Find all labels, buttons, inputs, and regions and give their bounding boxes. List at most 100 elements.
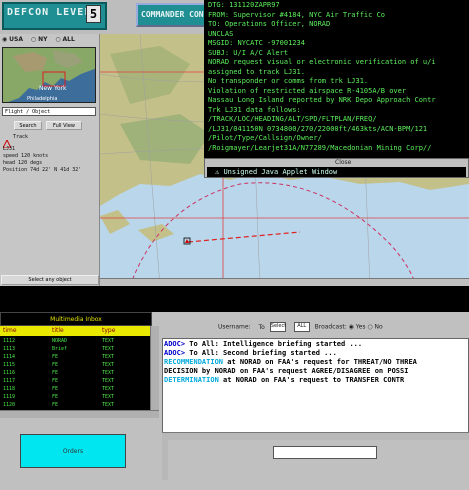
track-heading: head 120 degs (3, 160, 43, 166)
inbox-col-type[interactable]: type (102, 327, 115, 334)
inbox-col-time[interactable]: time (3, 327, 17, 334)
console-line: NORAD request visual or electronic verif… (208, 58, 436, 66)
commander-console-button[interactable]: COMMANDER CON (136, 3, 206, 27)
console-line: No transponder or comms from trk LJ31. (208, 77, 369, 85)
chat-line-text: at NORAD on FAA's request to TRANSFER CO… (218, 376, 405, 384)
inbox-row[interactable]: 1118 FE TEXT (0, 385, 150, 393)
inbox-row[interactable]: 1113 Brief TEXT (0, 345, 150, 353)
inbox-row[interactable]: 1117 FE TEXT (0, 377, 150, 385)
inbox-cell: FE (52, 394, 59, 400)
broadcast-no-radio[interactable]: ○ No (367, 324, 382, 331)
console-line: /TRACK/LOC/HEADING/ALT/SPD/FLTPLAN/FREQ/ (208, 115, 377, 123)
chat-line-text: by NORAD on FAA's request AGREE/DISAGREE… (197, 367, 409, 375)
alert-icon (2, 133, 12, 149)
console-line: DTG: 131120ZAPR97 (208, 1, 280, 9)
console-line: /Roigmayer/Learjet31A/N77289/Macedonian … (208, 143, 432, 152)
radio-usa[interactable]: ◉ USA (2, 36, 23, 43)
applet-window-bar: Close ⚠ Unsigned Java Applet Window (204, 158, 469, 178)
console-line: /LJ31/041150N 0734800/270/22000ft/463kts… (208, 124, 428, 133)
region-radio-group[interactable]: ◉ USA ○ NY ○ ALL (2, 36, 100, 46)
inbox-cell: TEXT (102, 386, 115, 392)
inbox-cell: TEXT (102, 370, 115, 376)
console-line: Violation of restricted airspace R-4105A… (208, 86, 407, 95)
chat-line: ADOC> To All: Intelligence briefing star… (164, 340, 362, 348)
chat-log: ADOC> To All: Intelligence briefing star… (162, 338, 469, 440)
broadcast-yes-radio[interactable]: ◉ Yes (349, 324, 366, 331)
inbox-cell: 1114 (3, 354, 16, 360)
chat-line-prefix: RECOMMENDATION (164, 358, 224, 366)
inbox-row[interactable]: 1120 FE TEXT (0, 401, 150, 409)
inbox-cell: TEXT (102, 402, 115, 408)
inbox-cell: NORAD (52, 338, 68, 344)
inbox-cell: 1117 (3, 378, 16, 384)
inbox-cell: FE (52, 386, 59, 392)
inbox-cell: FE (52, 370, 59, 376)
inbox-cell: Brief (52, 346, 68, 352)
inbox-cell: FE (52, 378, 59, 384)
inbox-horizontal-scrollbar[interactable] (0, 410, 159, 418)
console-line: Trk LJ31 data follows: (208, 105, 301, 114)
chat-line-prefix: ADOC> (164, 340, 186, 348)
chat-line-prefix: DETERMINATION (164, 376, 219, 384)
console-line: assigned to track LJ31. (208, 67, 305, 76)
inbox-cell: 1116 (3, 370, 16, 376)
minimap-terrain: New York Philadelphia (3, 48, 95, 102)
overview-minimap[interactable]: New York Philadelphia (2, 47, 96, 103)
applet-window-title: ⚠ Unsigned Java Applet Window (207, 167, 466, 177)
chat-line: DECISION by NORAD on FAA's request AGREE… (164, 367, 408, 375)
message-console: DTG: 131120ZAPR97 FROM: Supervisor #4184,… (204, 0, 469, 158)
chat-horizontal-scrollbar[interactable] (162, 432, 469, 440)
console-line: UNCLAS (208, 29, 234, 38)
inbox-cell: TEXT (102, 378, 115, 384)
inbox-cell: FE (52, 354, 59, 360)
inbox-cell: TEXT (102, 362, 115, 368)
recipient-select[interactable]: ALL (293, 322, 310, 332)
full-view-button[interactable]: Full View (46, 121, 82, 130)
multimedia-inbox: Multimedia Inbox time title type 1112 NOR… (0, 312, 160, 490)
inbox-cell: TEXT (102, 338, 115, 344)
console-line: TO: Operations Officer, NORAD (208, 20, 331, 28)
inbox-cell: TEXT (102, 354, 115, 360)
inbox-row[interactable]: 1119 FE TEXT (0, 393, 150, 401)
chat-line: RECOMMENDATION at NORAD on FAA's request… (164, 358, 417, 366)
inbox-cell: FE (52, 402, 59, 408)
minimap-label-newyork: New York (39, 85, 67, 92)
inbox-cell: FE (52, 362, 59, 368)
chat-vertical-scrollbar[interactable] (162, 440, 168, 480)
defcon-level-value: 5 (86, 5, 101, 23)
radio-ny[interactable]: ○ NY (31, 36, 48, 43)
select-object-button[interactable]: Select any object (1, 275, 99, 285)
chat-line: ADOC> To All: Second briefing started ..… (164, 349, 337, 357)
broadcast-label: Broadcast (314, 323, 345, 331)
username-label: Username (218, 323, 249, 331)
inbox-cell: 1112 (3, 338, 16, 344)
inbox-cell: 1119 (3, 394, 16, 400)
console-line: /Pilot/Type/Callsign/Owner/ (208, 134, 322, 142)
inbox-header-row: time title type (0, 326, 152, 336)
map-horizontal-scrollbar[interactable] (100, 278, 469, 295)
applet-close-label[interactable]: Close (335, 159, 351, 166)
chat-message-input[interactable] (273, 446, 377, 459)
inbox-title: Multimedia Inbox (0, 312, 152, 326)
radio-all[interactable]: ○ ALL (55, 36, 74, 43)
inbox-row[interactable]: 1112 NORAD TEXT (0, 337, 150, 345)
inbox-vertical-scrollbar[interactable] (150, 326, 159, 410)
track-position: Position 74d 22' N 41d 32' (3, 167, 82, 173)
inbox-cell: TEXT (102, 394, 115, 400)
selected-object-name: Track (13, 134, 29, 140)
inbox-row[interactable]: 1116 FE TEXT (0, 369, 150, 377)
chat-filter-bar: Username: To Select ALL Broadcast: ◉ Yes… (218, 322, 383, 332)
to-label: To (258, 323, 265, 331)
inbox-col-title[interactable]: title (52, 327, 64, 334)
orders-button[interactable]: Orders (20, 434, 126, 468)
inbox-list: 1112 NORAD TEXT 1113 Brief TEXT 1114 FE TEXT 1115… (0, 336, 150, 410)
chat-line-text: To All: Intelligence briefing started ..… (185, 340, 363, 348)
inbox-row[interactable]: 1114 FE TEXT (0, 353, 150, 361)
inbox-cell: 1113 (3, 346, 16, 352)
chat-panel: Username: To Select ALL Broadcast: ◉ Yes… (160, 312, 469, 490)
to-select[interactable]: Select (269, 322, 286, 332)
search-button[interactable]: Search (14, 121, 42, 130)
chat-line-prefix: ADOC> (164, 349, 186, 357)
inbox-row[interactable]: 1115 FE TEXT (0, 361, 150, 369)
object-search-input[interactable]: Flight / Object (2, 107, 96, 116)
